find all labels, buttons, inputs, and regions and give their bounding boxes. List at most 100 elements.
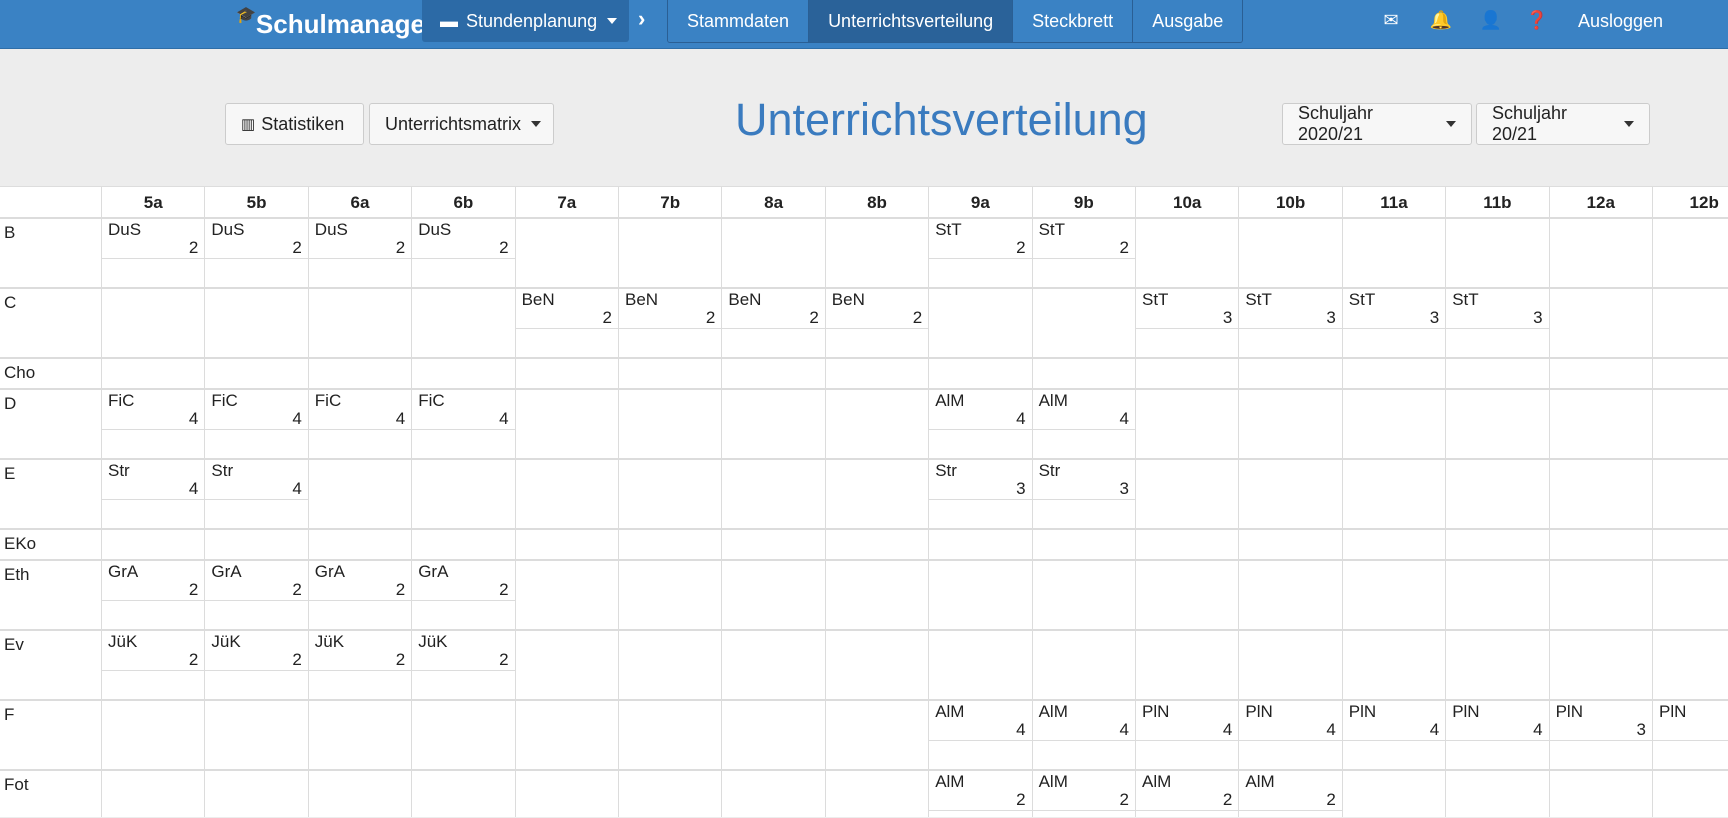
teacher-assignment[interactable]: JüK 2	[308, 631, 412, 671]
matrix-cell[interactable]	[721, 701, 824, 769]
teacher-assignment[interactable]: StT 3	[1136, 289, 1239, 329]
teacher-assignment[interactable]: FiC 4	[102, 390, 205, 430]
matrix-cell[interactable]	[1445, 771, 1548, 817]
matrix-cell[interactable]: Str 4	[204, 460, 308, 528]
user-icon[interactable]: 👤	[1479, 10, 1503, 31]
matrix-cell[interactable]: Str 3	[1031, 460, 1135, 528]
statistics-button[interactable]: ▥ Statistiken	[225, 103, 364, 145]
matrix-cell[interactable]	[1341, 359, 1445, 388]
teacher-assignment[interactable]: AlM 4	[929, 701, 1032, 741]
teacher-assignment[interactable]: StT 3	[1239, 289, 1342, 329]
matrix-cell[interactable]	[1548, 289, 1652, 357]
matrix-cell[interactable]: FiC 4	[411, 390, 515, 458]
matrix-cell[interactable]: FiC 4	[307, 390, 412, 458]
matrix-cell[interactable]: AlM 2	[1238, 771, 1342, 817]
matrix-cell[interactable]	[514, 530, 618, 559]
matrix-cell[interactable]	[1652, 289, 1728, 357]
matrix-cell[interactable]	[721, 219, 824, 287]
matrix-view-dropdown[interactable]: Unterrichtsmatrix	[369, 103, 554, 145]
matrix-cell[interactable]	[1341, 530, 1445, 559]
matrix-cell[interactable]	[204, 771, 307, 817]
matrix-cell[interactable]: PlN	[1652, 701, 1728, 769]
matrix-cell[interactable]: StT 2	[928, 219, 1032, 287]
matrix-cell[interactable]	[411, 460, 514, 528]
matrix-cell[interactable]	[721, 631, 824, 699]
teacher-assignment[interactable]: StT 3	[1446, 289, 1549, 329]
matrix-cell[interactable]	[1031, 289, 1135, 357]
matrix-cell[interactable]	[928, 631, 1031, 699]
matrix-cell[interactable]	[1238, 359, 1341, 388]
teacher-assignment[interactable]: DuS 2	[102, 219, 205, 259]
teacher-assignment[interactable]: DuS 2	[308, 219, 412, 259]
matrix-cell[interactable]	[1031, 359, 1135, 388]
matrix-cell[interactable]: DuS 2	[101, 219, 205, 287]
tab-steckbrett[interactable]: Steckbrett	[1013, 0, 1134, 42]
matrix-cell[interactable]	[101, 359, 204, 388]
teacher-assignment[interactable]: Str 4	[205, 460, 308, 500]
matrix-cell[interactable]: PlN 4	[1135, 701, 1239, 769]
teacher-assignment[interactable]: BeN 2	[825, 289, 929, 329]
app-logo[interactable]: 🎓 Schulmanager	[236, 7, 435, 41]
matrix-cell[interactable]	[1445, 390, 1548, 458]
matrix-cell[interactable]	[618, 631, 721, 699]
matrix-cell[interactable]	[928, 561, 1031, 629]
matrix-cell[interactable]: AlM 2	[1031, 771, 1135, 817]
teacher-assignment[interactable]: AlM 4	[1032, 390, 1135, 430]
matrix-cell[interactable]	[1548, 561, 1652, 629]
teacher-assignment[interactable]: FiC 4	[412, 390, 515, 430]
matrix-cell[interactable]	[824, 390, 928, 458]
matrix-cell[interactable]	[824, 219, 928, 287]
matrix-cell[interactable]	[1652, 219, 1728, 287]
matrix-cell[interactable]	[411, 359, 514, 388]
matrix-cell[interactable]: FiC 4	[204, 390, 308, 458]
matrix-cell[interactable]: BeN 2	[618, 289, 722, 357]
matrix-cell[interactable]: Str 4	[101, 460, 205, 528]
matrix-cell[interactable]: DuS 2	[307, 219, 412, 287]
matrix-cell[interactable]	[1341, 561, 1445, 629]
matrix-cell[interactable]: PlN 4	[1341, 701, 1446, 769]
matrix-cell[interactable]: BeN 2	[824, 289, 929, 357]
matrix-cell[interactable]	[411, 289, 514, 357]
matrix-cell[interactable]	[1548, 530, 1652, 559]
matrix-cell[interactable]	[721, 460, 824, 528]
matrix-cell[interactable]	[1445, 219, 1548, 287]
matrix-cell[interactable]	[1548, 390, 1652, 458]
matrix-cell[interactable]	[1548, 771, 1652, 817]
matrix-cell[interactable]: StT 3	[1445, 289, 1549, 357]
teacher-assignment[interactable]: AlM 4	[929, 390, 1032, 430]
matrix-cell[interactable]	[721, 390, 824, 458]
matrix-cell[interactable]: AlM 2	[1135, 771, 1239, 817]
tab-stammdaten[interactable]: Stammdaten	[668, 0, 810, 42]
matrix-cell[interactable]	[514, 631, 618, 699]
matrix-cell[interactable]	[1238, 631, 1341, 699]
matrix-cell[interactable]: BeN 2	[514, 289, 618, 357]
matrix-cell[interactable]	[101, 701, 204, 769]
teacher-assignment[interactable]: PlN 4	[1342, 701, 1446, 741]
matrix-cell[interactable]	[618, 219, 721, 287]
matrix-cell[interactable]	[1238, 390, 1341, 458]
matrix-cell[interactable]	[618, 561, 721, 629]
matrix-cell[interactable]: GrA 2	[307, 561, 412, 629]
matrix-cell[interactable]	[618, 530, 721, 559]
teacher-assignment[interactable]: StT 2	[929, 219, 1032, 259]
teacher-assignment[interactable]: PlN 3	[1549, 701, 1652, 741]
matrix-cell[interactable]	[1238, 561, 1341, 629]
matrix-cell[interactable]: PlN 4	[1445, 701, 1549, 769]
teacher-assignment[interactable]: DuS 2	[412, 219, 515, 259]
matrix-cell[interactable]: Str 3	[928, 460, 1032, 528]
matrix-cell[interactable]	[101, 771, 204, 817]
teacher-assignment[interactable]: AlM 4	[1032, 701, 1135, 741]
matrix-cell[interactable]	[618, 701, 721, 769]
matrix-cell[interactable]	[307, 771, 411, 817]
matrix-cell[interactable]	[204, 530, 307, 559]
matrix-cell[interactable]: GrA 2	[204, 561, 308, 629]
matrix-cell[interactable]	[1135, 631, 1238, 699]
teacher-assignment[interactable]: BeN 2	[619, 289, 722, 329]
matrix-cell[interactable]	[1135, 460, 1238, 528]
matrix-cell[interactable]: JüK 2	[307, 631, 412, 699]
matrix-cell[interactable]	[514, 701, 618, 769]
matrix-cell[interactable]	[1031, 561, 1135, 629]
matrix-cell[interactable]: PlN 4	[1238, 701, 1342, 769]
logout-link[interactable]: Ausloggen	[1578, 0, 1663, 42]
teacher-assignment[interactable]: FiC 4	[205, 390, 308, 430]
